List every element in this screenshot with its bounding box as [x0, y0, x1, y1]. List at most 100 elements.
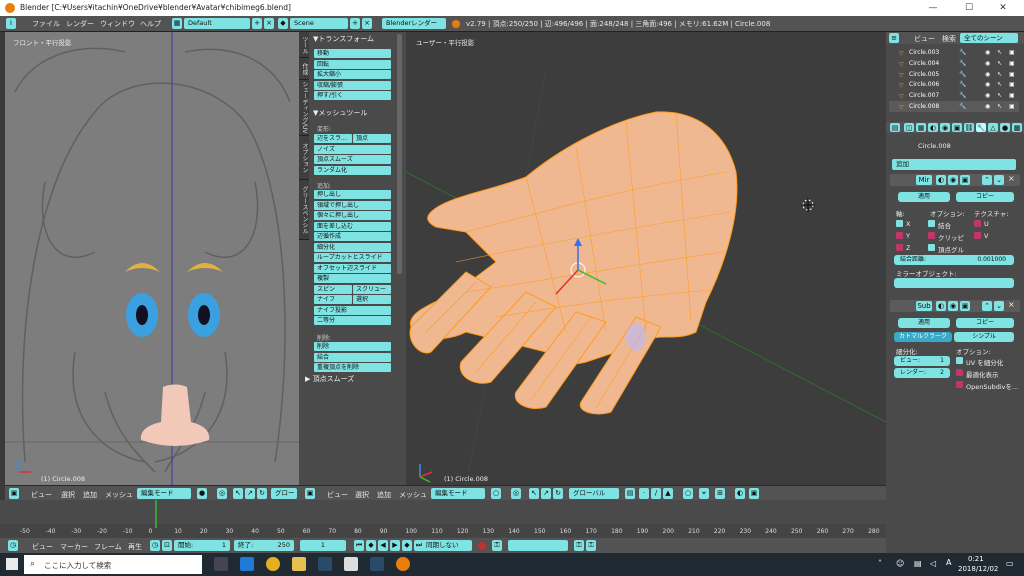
deform-button[interactable]: ノイズ [314, 144, 391, 154]
vertex-smooth-panel[interactable]: ▶ 頂点スムーズ [305, 374, 354, 384]
subsurf-modifier-name[interactable]: Sub [916, 301, 932, 311]
current-frame-field[interactable]: 1 [300, 540, 346, 551]
visibility-eye-icon[interactable]: ◉ [985, 101, 990, 112]
main-face-select-icon[interactable]: ▲ [663, 488, 673, 499]
add-tool-button[interactable]: 押し出し [314, 190, 391, 199]
add-tool-button[interactable]: ナイフ投影 [314, 305, 391, 315]
subdivide-uv-checkbox[interactable] [956, 357, 963, 364]
menu-render[interactable]: レンダー [66, 19, 94, 29]
start-frame-field[interactable]: 開始: 1 [174, 540, 230, 551]
mirror-apply-button[interactable]: 適用 [898, 192, 950, 202]
subsurf-copy-button[interactable]: コピー [956, 318, 1014, 328]
main-menu-add[interactable]: 追加 [377, 490, 391, 500]
subsurf-render-icon[interactable]: ◐ [936, 301, 946, 311]
main-menu-mesh[interactable]: メッシュ [399, 490, 427, 500]
props-editor-icon[interactable]: ▤ [890, 123, 900, 132]
timeline-menu-marker[interactable]: マーカー [60, 542, 88, 552]
visibility-eye-icon[interactable]: ◉ [985, 90, 990, 101]
props-modifiers-icon[interactable]: 🔧 [976, 123, 986, 132]
left-orientation-selector[interactable]: グロー [271, 488, 297, 499]
record-icon[interactable] [478, 542, 486, 550]
layout-delete-icon[interactable]: × [264, 18, 274, 29]
deform-button[interactable]: 辺をスラ... [314, 134, 352, 143]
mirror-z-checkbox[interactable] [896, 244, 903, 251]
left-menu-add[interactable]: 追加 [83, 490, 97, 500]
subsurf-modifier-header[interactable]: Sub ◐ ◉ ▣ ⌃ ⌄ × [890, 300, 1020, 312]
outliner-row[interactable]: ▽ Circle.003 🔧 ◉ ↖ ▣ [889, 47, 1019, 58]
props-texture-icon[interactable]: ▩ [1012, 123, 1022, 132]
props-scene-icon[interactable]: ◐ [928, 123, 938, 132]
keying-set-selector[interactable] [508, 540, 568, 551]
scene-delete-icon[interactable]: × [362, 18, 372, 29]
outliner-tab-search[interactable]: 検索 [942, 34, 956, 44]
steam-icon[interactable] [318, 557, 332, 571]
subsurf-view-icon[interactable]: ◉ [948, 301, 958, 311]
deform-button[interactable]: ランダム化 [314, 165, 391, 175]
tab-shading-uv[interactable]: シェーディング/UV [299, 80, 309, 136]
mirror-merge-distance-field[interactable]: 結合距離: 0.001000 [894, 255, 1014, 265]
mirror-close-icon[interactable]: × [1008, 174, 1015, 183]
mirror-copy-button[interactable]: コピー [956, 192, 1014, 202]
transform-button[interactable]: 回転 [314, 59, 391, 69]
delete-keyframe-icon[interactable]: ⚿ [586, 540, 596, 551]
add-tool-button[interactable]: オフセット辺スライド [314, 263, 391, 273]
render-camera-icon[interactable]: ▣ [1009, 47, 1015, 58]
next-key-icon[interactable]: ◆ [402, 540, 412, 551]
tray-people-icon[interactable]: ☺ [896, 559, 904, 568]
render-camera-icon[interactable]: ▣ [1009, 58, 1015, 69]
main-edge-select-icon[interactable]: / [651, 488, 661, 499]
steam-vr-icon[interactable] [370, 557, 384, 571]
mirror-down-icon[interactable]: ⌄ [994, 175, 1004, 185]
lock-icon[interactable]: ⊡ [162, 540, 172, 551]
subsurf-view-levels-field[interactable]: ビュー: 1 [894, 356, 950, 366]
main-snap-icon[interactable]: ⌖ [699, 488, 709, 499]
keying-set-icon[interactable]: ⚿ [492, 540, 502, 551]
optimal-display-checkbox[interactable] [956, 369, 963, 376]
render-camera-icon[interactable]: ▣ [1009, 101, 1015, 112]
delete-tool-button[interactable]: 重複頂点を削除 [314, 363, 391, 372]
chrome-icon[interactable] [266, 557, 280, 571]
play-icon[interactable]: ▶ [390, 540, 400, 551]
mirror-x-checkbox[interactable] [896, 220, 903, 227]
jump-start-icon[interactable]: ⏮ [354, 540, 364, 551]
subsurf-up-icon[interactable]: ⌃ [982, 301, 992, 311]
tab-grease-pencil[interactable]: グリースペンシル [299, 180, 309, 240]
selectable-cursor-icon[interactable]: ↖ [997, 79, 1002, 90]
transform-button[interactable]: 収縮/膨張 [314, 80, 391, 90]
subsurf-editmode-icon[interactable]: ▣ [960, 301, 970, 311]
left-menu-view[interactable]: ビュー [31, 490, 52, 500]
subsurf-render-levels-field[interactable]: レンダー: 2 [894, 368, 950, 378]
subsurf-close-icon[interactable]: × [1008, 300, 1015, 309]
layout-selector[interactable]: Default [184, 18, 250, 29]
transform-button[interactable]: 移動 [314, 49, 391, 58]
mirror-v-checkbox[interactable] [974, 232, 981, 239]
props-data-icon[interactable]: △ [988, 123, 998, 132]
mirror-y-checkbox[interactable] [896, 232, 903, 239]
close-button[interactable]: ✕ [990, 1, 1016, 15]
left-shading-icon[interactable]: ● [197, 488, 207, 499]
prev-key-icon[interactable]: ◆ [366, 540, 376, 551]
timeline-menu-view[interactable]: ビュー [32, 542, 53, 552]
mirror-editmode-icon[interactable]: ▣ [960, 175, 970, 185]
render-camera-icon[interactable]: ▣ [1009, 69, 1015, 80]
outliner-row[interactable]: ▽ Circle.005 🔧 ◉ ↖ ▣ [889, 69, 1019, 80]
selectable-cursor-icon[interactable]: ↖ [997, 90, 1002, 101]
visibility-eye-icon[interactable]: ◉ [985, 58, 990, 69]
transform-header[interactable]: ▼トランスフォーム [313, 34, 374, 44]
props-object-icon[interactable]: ▣ [952, 123, 962, 132]
maximize-button[interactable]: ☐ [956, 1, 982, 15]
add-tool-button[interactable]: 細分化 [314, 242, 391, 252]
toolshelf-scrollbar[interactable] [397, 34, 402, 274]
mirror-merge-checkbox[interactable] [928, 220, 935, 227]
add-tool-button[interactable]: 選択 [353, 295, 391, 304]
mirror-u-checkbox[interactable] [974, 220, 981, 227]
outliner-tab-view[interactable]: ビュー [914, 34, 935, 44]
tray-network-icon[interactable]: ▤ [914, 559, 922, 568]
tab-options[interactable]: オプション [299, 136, 309, 180]
insert-keyframe-icon[interactable]: ⚿ [574, 540, 584, 551]
timeline-editor-icon[interactable]: ◷ [8, 540, 18, 551]
play-reverse-icon[interactable]: ◀ [378, 540, 388, 551]
render-camera-icon[interactable]: ▣ [1009, 90, 1015, 101]
blender-taskbar-icon[interactable] [396, 557, 410, 571]
outliner-row[interactable]: ▽ Circle.006 🔧 ◉ ↖ ▣ [889, 79, 1019, 90]
